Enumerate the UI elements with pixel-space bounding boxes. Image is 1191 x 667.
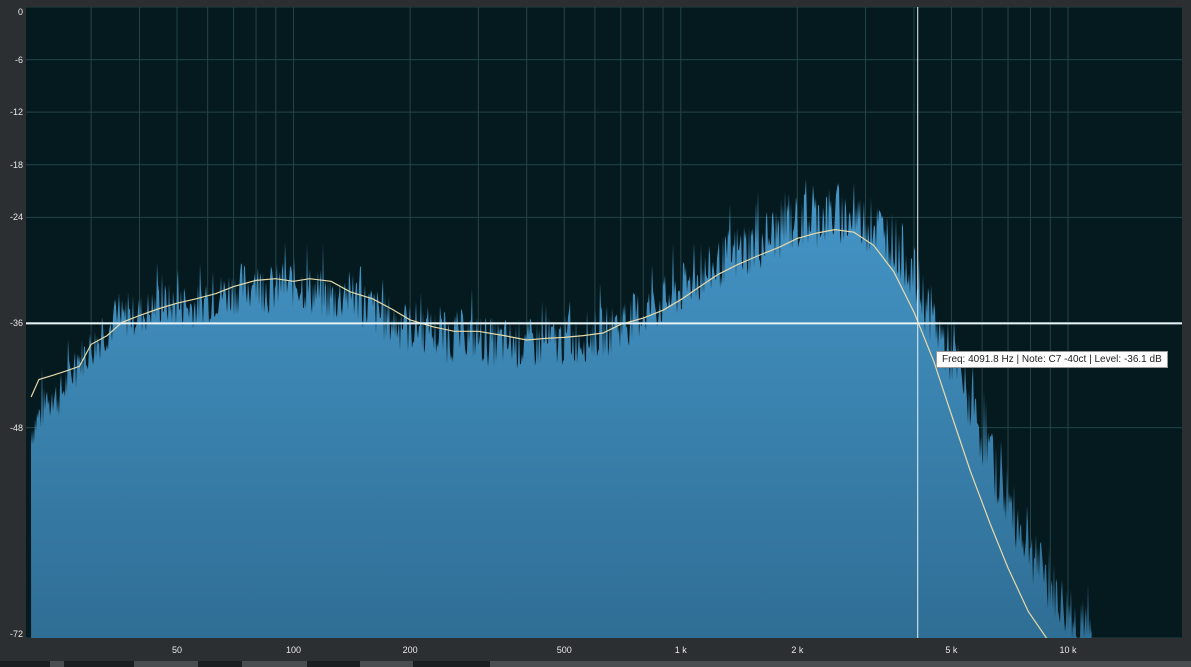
spectrum-analyzer-window: 0 -6 -12 -18 -24 -36 -48 -72 50 100 200 500 1 k2 k5… <box>0 0 1191 667</box>
spectrum-svg <box>26 7 1182 638</box>
y-tick-label: -24 <box>9 212 23 223</box>
x-tick-label: 10 k <box>1059 645 1077 655</box>
strip-segment <box>413 661 490 667</box>
y-tick-label: -6 <box>14 54 23 65</box>
y-tick-label: -48 <box>9 422 23 433</box>
y-axis: 0 -6 -12 -18 -24 -36 -48 -72 <box>0 0 26 640</box>
x-tick-label: 50 <box>171 645 183 655</box>
x-tick-label: 500 <box>556 645 572 655</box>
x-tick-label: 100 <box>286 645 302 655</box>
strip-segment <box>198 661 242 667</box>
spectrum-plot[interactable] <box>26 7 1182 638</box>
y-tick-label: -18 <box>9 159 23 170</box>
strip-segment <box>0 661 50 667</box>
strip-segment <box>64 661 134 667</box>
x-tick-label: 5 k <box>945 645 958 655</box>
strip-segment <box>307 661 360 667</box>
y-tick-label: 0 <box>17 7 23 17</box>
x-tick-label: 200 <box>402 645 418 655</box>
x-tick-label: 2 k <box>791 645 804 655</box>
spectrum-area <box>31 178 1092 638</box>
y-tick-label: -12 <box>9 107 23 118</box>
bottom-scroll-strip[interactable] <box>0 661 1191 667</box>
x-tick-label: 1 k <box>674 645 687 655</box>
x-axis: 50 100 200 500 1 k 2 k 5 k 10 k <box>26 638 1182 662</box>
y-tick-label: -36 <box>9 317 23 328</box>
cursor-tooltip: Freq: 4091.8 Hz | Note: C7 -40ct | Level… <box>936 351 1168 368</box>
y-tick-label: -72 <box>9 629 23 639</box>
